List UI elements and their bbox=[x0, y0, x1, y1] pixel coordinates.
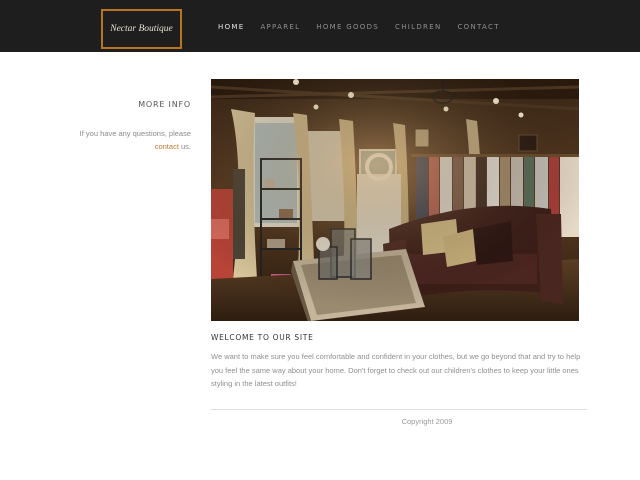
logo-text: Nectar Boutique bbox=[110, 24, 173, 34]
welcome-text: We want to make sure you feel comfortabl… bbox=[211, 352, 581, 388]
nav-item-children[interactable]: CHILDREN bbox=[395, 23, 441, 31]
sidebar-text: If you have any questions, please contact… bbox=[31, 127, 191, 153]
logo[interactable]: Nectar Boutique bbox=[101, 9, 182, 49]
nav-item-home-goods[interactable]: HOME GOODS bbox=[316, 23, 379, 31]
main-nav: HOME APPAREL HOME GOODS CHILDREN CONTACT bbox=[218, 23, 516, 31]
nav-item-apparel[interactable]: APPAREL bbox=[260, 23, 300, 31]
nav-item-home[interactable]: HOME bbox=[218, 23, 244, 31]
boutique-interior-photo bbox=[211, 79, 579, 321]
sidebar-title: MORE INFO bbox=[138, 100, 191, 109]
nav-item-contact[interactable]: CONTACT bbox=[457, 23, 499, 31]
sidebar-text-after: us. bbox=[178, 142, 191, 151]
copyright-text: Copyright 2009 bbox=[401, 417, 453, 426]
welcome-title: WELCOME TO OUR SITE bbox=[211, 333, 314, 342]
header-bar: Nectar Boutique HOME APPAREL HOME GOODS … bbox=[0, 0, 640, 52]
footer-divider bbox=[211, 409, 587, 410]
contact-link[interactable]: contact bbox=[155, 142, 179, 151]
sidebar-text-before: If you have any questions, please bbox=[79, 129, 191, 138]
